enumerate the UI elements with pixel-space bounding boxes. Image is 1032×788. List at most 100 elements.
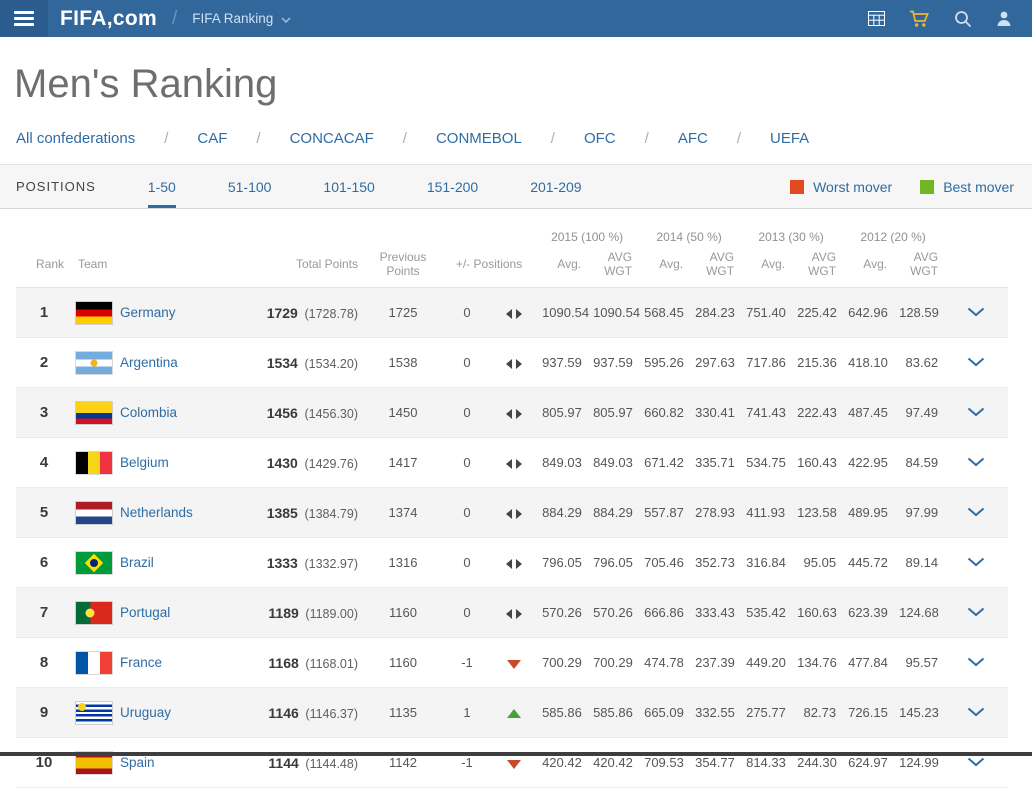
total-points-cell: 1333 (1332.97) <box>260 538 364 588</box>
tab-1-50[interactable]: 1-50 <box>148 165 176 208</box>
team-cell: France <box>114 638 260 688</box>
confed-link-afc[interactable]: AFC <box>678 130 770 147</box>
team-flag <box>76 502 112 524</box>
header-avg-2015: Avg. <box>536 247 587 288</box>
expand-row-chevron[interactable] <box>944 288 1008 338</box>
avgwgt-2014: 332.55 <box>689 688 740 738</box>
expand-row-chevron[interactable] <box>944 688 1008 738</box>
tab-201-209[interactable]: 201-209 <box>530 165 581 208</box>
avgwgt-2015: 570.26 <box>587 588 638 638</box>
table-header: 2015 (100 %) 2014 (50 %) 2013 (30 %) 201… <box>16 224 1008 288</box>
header-avg-2012: Avg. <box>842 247 893 288</box>
cart-icon[interactable] <box>909 10 930 28</box>
trend-cell <box>492 438 536 488</box>
table-row: 2 Argentina 1534 (1534.20) 1538 0 937.59… <box>16 338 1008 388</box>
avgwgt-2013: 225.42 <box>791 288 842 338</box>
avg-2015: 585.86 <box>536 688 587 738</box>
expand-row-chevron[interactable] <box>944 488 1008 538</box>
avg-2013: 535.42 <box>740 588 791 638</box>
worst-mover-swatch <box>790 180 804 194</box>
total-points: 1534 <box>267 355 298 371</box>
avg-2012: 487.45 <box>842 388 893 438</box>
team-link[interactable]: Spain <box>120 755 155 770</box>
tab-101-150[interactable]: 101-150 <box>323 165 374 208</box>
trend-cell <box>492 288 536 338</box>
fifa-logo[interactable]: FIFA,com <box>60 7 157 31</box>
avgwgt-2015: 849.03 <box>587 438 638 488</box>
avgwgt-2014: 333.43 <box>689 588 740 638</box>
avg-2014: 709.53 <box>638 738 689 788</box>
confed-link-uefa[interactable]: UEFA <box>770 130 809 147</box>
calendar-icon[interactable] <box>868 11 885 26</box>
confed-link-ofc[interactable]: OFC <box>584 130 678 147</box>
expand-row-chevron[interactable] <box>944 538 1008 588</box>
avgwgt-2015: 796.05 <box>587 538 638 588</box>
team-flag <box>76 302 112 324</box>
confed-link-conmebol[interactable]: CONMEBOL <box>436 130 584 147</box>
rank-value: 2 <box>16 338 72 388</box>
avg-2015: 1090.54 <box>536 288 587 338</box>
total-points-exact: (1146.37) <box>305 707 358 721</box>
position-change: 0 <box>442 588 492 638</box>
avg-2013: 449.20 <box>740 638 791 688</box>
avg-2014: 666.86 <box>638 588 689 638</box>
avg-2014: 595.26 <box>638 338 689 388</box>
team-link[interactable]: Portugal <box>120 605 170 620</box>
avg-2014: 474.78 <box>638 638 689 688</box>
tab-51-100[interactable]: 51-100 <box>228 165 272 208</box>
team-link[interactable]: Colombia <box>120 405 177 420</box>
confed-link-caf[interactable]: CAF <box>197 130 289 147</box>
section-label: FIFA Ranking <box>192 11 273 26</box>
avg-2012: 642.96 <box>842 288 893 338</box>
table-row: 1 Germany 1729 (1728.78) 1725 0 1090.54 … <box>16 288 1008 338</box>
previous-points: 1725 <box>364 288 442 338</box>
team-link[interactable]: Germany <box>120 305 176 320</box>
trend-cell <box>492 538 536 588</box>
position-change: -1 <box>442 638 492 688</box>
team-link[interactable]: Argentina <box>120 355 178 370</box>
section-picker[interactable]: FIFA Ranking <box>192 11 291 26</box>
table-row: 10 Spain 1144 (1144.48) 1142 -1 420.42 4… <box>16 738 1008 788</box>
team-link[interactable]: Brazil <box>120 555 154 570</box>
table-body: 1 Germany 1729 (1728.78) 1725 0 1090.54 … <box>16 288 1008 788</box>
menu-icon[interactable] <box>0 0 48 37</box>
expand-row-chevron[interactable] <box>944 738 1008 788</box>
expand-row-chevron[interactable] <box>944 388 1008 438</box>
year-group-2014: 2014 (50 %) <box>638 224 740 247</box>
flag-cell <box>72 588 114 638</box>
trend-cell <box>492 338 536 388</box>
avg-2015: 937.59 <box>536 338 587 388</box>
team-link[interactable]: Uruguay <box>120 705 171 720</box>
position-change: -1 <box>442 738 492 788</box>
team-link[interactable]: France <box>120 655 162 670</box>
avgwgt-2012: 124.99 <box>893 738 944 788</box>
avg-2012: 489.95 <box>842 488 893 538</box>
confed-link-all[interactable]: All confederations <box>16 130 197 147</box>
tab-151-200[interactable]: 151-200 <box>427 165 478 208</box>
previous-points: 1135 <box>364 688 442 738</box>
avg-2013: 717.86 <box>740 338 791 388</box>
team-link[interactable]: Netherlands <box>120 505 193 520</box>
avg-2012: 623.39 <box>842 588 893 638</box>
expand-row-chevron[interactable] <box>944 338 1008 388</box>
avg-2012: 418.10 <box>842 338 893 388</box>
position-change: 1 <box>442 688 492 738</box>
team-cell: Belgium <box>114 438 260 488</box>
total-points: 1144 <box>268 755 298 771</box>
team-flag <box>76 602 112 624</box>
team-link[interactable]: Belgium <box>120 455 169 470</box>
expand-row-chevron[interactable] <box>944 588 1008 638</box>
search-icon[interactable] <box>954 10 972 28</box>
trend-icon <box>506 358 522 370</box>
rank-value: 1 <box>16 288 72 338</box>
expand-row-chevron[interactable] <box>944 438 1008 488</box>
avgwgt-2014: 352.73 <box>689 538 740 588</box>
confed-link-concacaf[interactable]: CONCACAF <box>290 130 436 147</box>
team-flag <box>76 652 112 674</box>
previous-points: 1142 <box>364 738 442 788</box>
flag-cell <box>72 288 114 338</box>
user-icon[interactable] <box>996 10 1012 27</box>
avg-2012: 726.15 <box>842 688 893 738</box>
expand-row-chevron[interactable] <box>944 638 1008 688</box>
flag-cell <box>72 738 114 788</box>
